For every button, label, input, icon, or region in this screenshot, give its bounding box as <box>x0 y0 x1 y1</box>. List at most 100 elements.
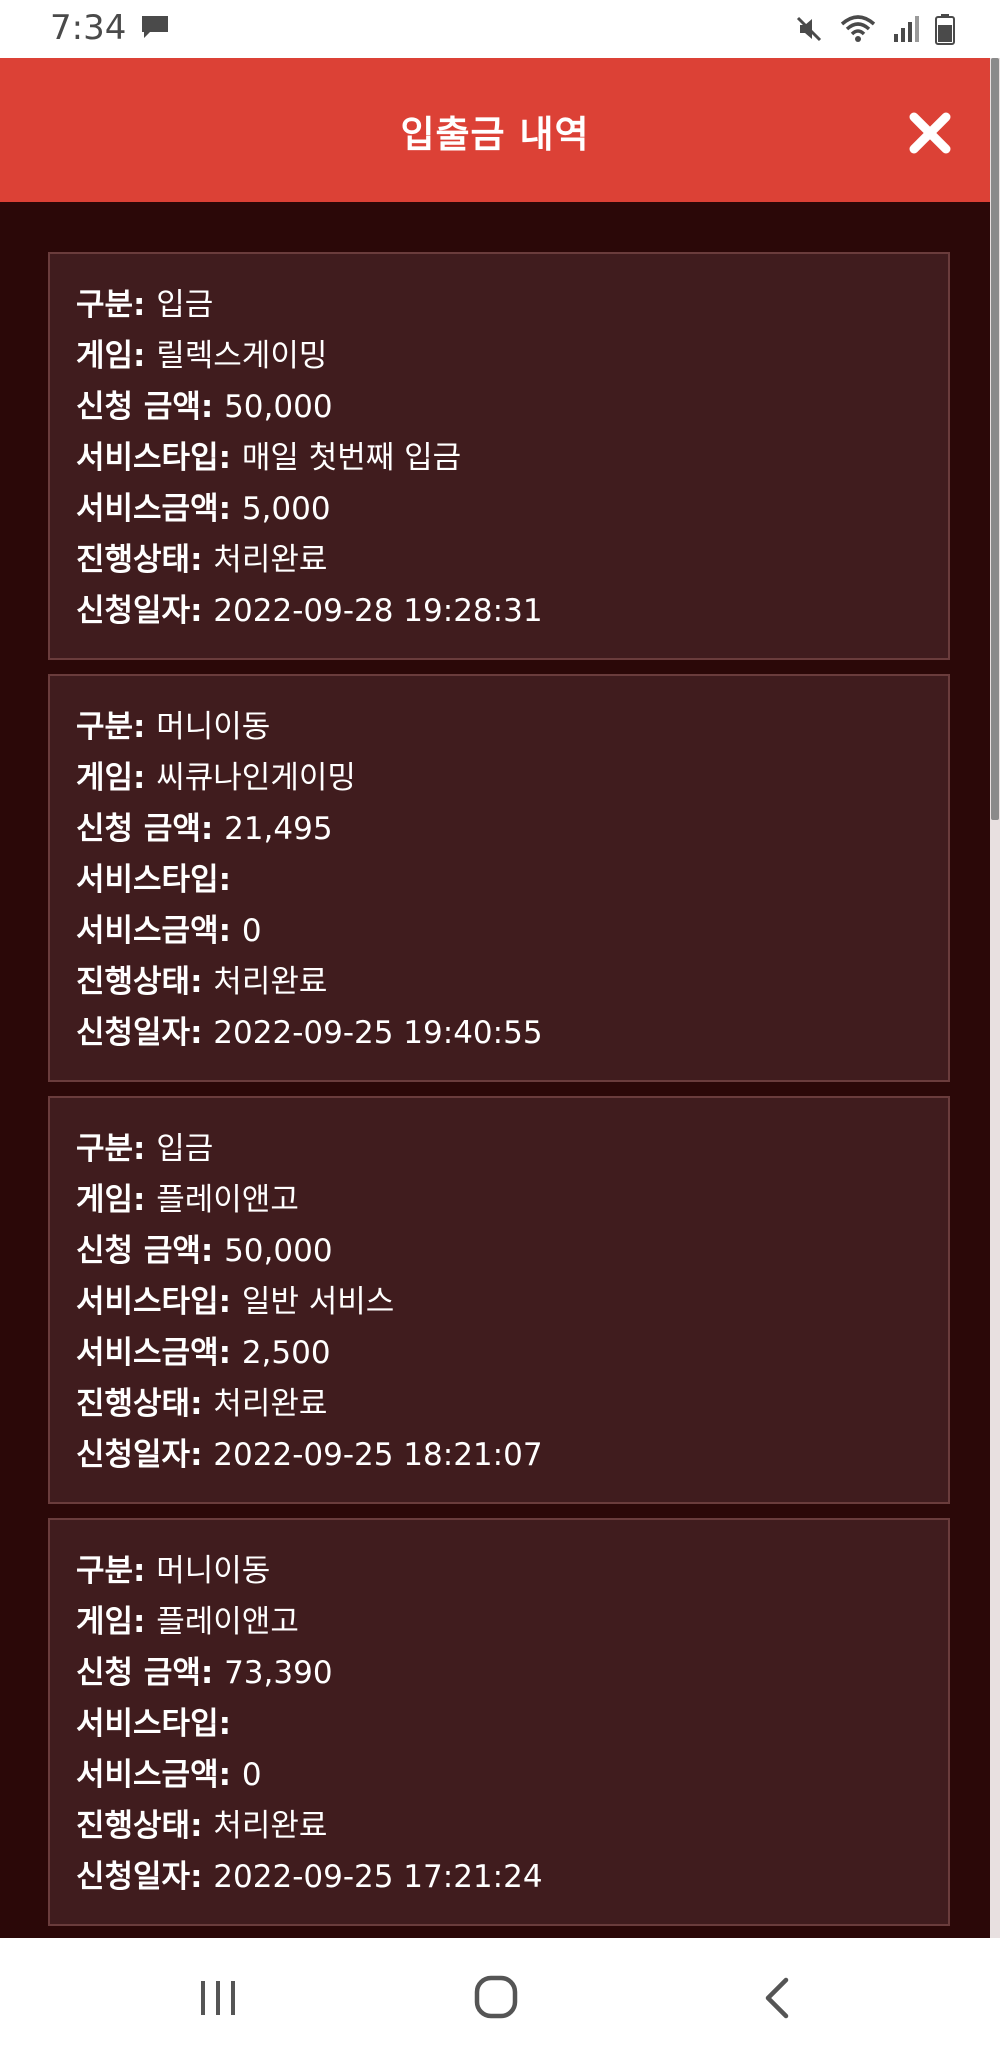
category-row: 구분: 머니이동 <box>76 709 271 745</box>
status-row: 진행상태: 처리완료 <box>76 964 328 1000</box>
game-row: 게임: 씨큐나인게이밍 <box>76 760 356 796</box>
amount-row: 신청 금액: 50,000 <box>76 1233 333 1269</box>
date-row: 신청일자: 2022-09-25 19:40:55 <box>76 1015 543 1051</box>
recent-apps-button[interactable] <box>183 1963 253 2033</box>
status-label: 진행상태 <box>76 1386 191 1422</box>
back-icon <box>765 1977 789 2019</box>
amount-label: 신청 금액 <box>76 1233 201 1269</box>
amount-label: 신청 금액 <box>76 1655 201 1691</box>
game-value: 씨큐나인게이밍 <box>156 760 356 796</box>
amount-row: 신청 금액: 21,495 <box>76 811 333 847</box>
game-row: 게임: 플레이앤고 <box>76 1182 299 1218</box>
status-time: 7:34 <box>50 8 127 48</box>
scrollbar-thumb[interactable] <box>991 58 999 820</box>
service-type-row: 서비스타입: <box>76 1706 232 1742</box>
close-icon <box>909 112 951 154</box>
service-amount-row: 서비스금액: 0 <box>76 913 262 949</box>
service-amount-value: 0 <box>241 1757 262 1793</box>
transaction-card: 구분: 입금 게임: 릴렉스게이밍 신청 금액: 50,000 서비스타입: 매… <box>48 252 950 660</box>
game-value: 릴렉스게이밍 <box>156 338 328 374</box>
status-label: 진행상태 <box>76 542 191 578</box>
service-type-label: 서비스타입 <box>76 862 219 898</box>
status-value: 처리완료 <box>213 1386 328 1422</box>
amount-value: 50,000 <box>224 389 333 425</box>
status-value: 처리완료 <box>213 1808 328 1844</box>
date-label: 신청일자 <box>76 593 191 629</box>
amount-label: 신청 금액 <box>76 389 201 425</box>
transaction-card: 구분: 머니이동 게임: 씨큐나인게이밍 신청 금액: 21,495 서비스타입… <box>48 674 950 1082</box>
service-type-row: 서비스타입: 일반 서비스 <box>76 1284 395 1320</box>
service-type-row: 서비스타입: 매일 첫번째 입금 <box>76 440 462 476</box>
status-label: 진행상태 <box>76 1808 191 1844</box>
amount-value: 73,390 <box>224 1655 333 1691</box>
category-value: 입금 <box>156 1131 214 1167</box>
service-type-value: 일반 서비스 <box>241 1284 395 1320</box>
screen: 7:34 입출금 내역 구분: 입금 게임: 릴렉스게이밍 신청 금액: 50,… <box>0 0 1000 2056</box>
category-row: 구분: 머니이동 <box>76 1553 271 1589</box>
amount-row: 신청 금액: 73,390 <box>76 1655 333 1691</box>
close-button[interactable] <box>905 108 955 158</box>
date-row: 신청일자: 2022-09-25 18:21:07 <box>76 1437 543 1473</box>
date-label: 신청일자 <box>76 1859 191 1895</box>
status-bar: 7:34 <box>0 0 1000 58</box>
status-row: 진행상태: 처리완료 <box>76 1808 328 1844</box>
service-type-label: 서비스타입 <box>76 1284 219 1320</box>
transaction-list[interactable]: 구분: 입금 게임: 릴렉스게이밍 신청 금액: 50,000 서비스타입: 매… <box>0 202 990 1938</box>
category-label: 구분 <box>76 1553 134 1589</box>
service-amount-value: 0 <box>241 913 262 949</box>
mute-icon <box>796 16 822 42</box>
game-value: 플레이앤고 <box>156 1604 299 1640</box>
category-row: 구분: 입금 <box>76 1131 214 1167</box>
service-amount-value: 5,000 <box>241 491 331 527</box>
game-row: 게임: 릴렉스게이밍 <box>76 338 328 374</box>
date-label: 신청일자 <box>76 1437 191 1473</box>
wifi-icon <box>840 15 876 42</box>
status-row: 진행상태: 처리완료 <box>76 1386 328 1422</box>
date-row: 신청일자: 2022-09-25 17:21:24 <box>76 1859 543 1895</box>
header: 입출금 내역 <box>0 58 990 202</box>
chat-bubble-icon <box>142 16 168 38</box>
date-value: 2022-09-28 19:28:31 <box>213 593 543 629</box>
home-icon <box>474 1975 518 2019</box>
service-amount-row: 서비스금액: 2,500 <box>76 1335 331 1371</box>
game-label: 게임 <box>76 338 134 374</box>
transaction-card: 구분: 머니이동 게임: 플레이앤고 신청 금액: 73,390 서비스타입: … <box>48 1518 950 1926</box>
category-label: 구분 <box>76 287 134 323</box>
date-row: 신청일자: 2022-09-28 19:28:31 <box>76 593 543 629</box>
recent-apps-icon <box>201 1981 235 2015</box>
date-label: 신청일자 <box>76 1015 191 1051</box>
game-label: 게임 <box>76 760 134 796</box>
service-amount-label: 서비스금액 <box>76 491 219 527</box>
system-nav-bar <box>0 1938 1000 2056</box>
service-amount-row: 서비스금액: 5,000 <box>76 491 331 527</box>
status-value: 처리완료 <box>213 964 328 1000</box>
game-label: 게임 <box>76 1182 134 1218</box>
status-value: 처리완료 <box>213 542 328 578</box>
status-icons <box>794 12 956 46</box>
transaction-card: 구분: 입금 게임: 플레이앤고 신청 금액: 50,000 서비스타입: 일반… <box>48 1096 950 1504</box>
status-label: 진행상태 <box>76 964 191 1000</box>
back-button[interactable] <box>742 1963 812 2033</box>
status-row: 진행상태: 처리완료 <box>76 542 328 578</box>
category-value: 입금 <box>156 287 214 323</box>
category-label: 구분 <box>76 1131 134 1167</box>
service-amount-value: 2,500 <box>241 1335 331 1371</box>
amount-row: 신청 금액: 50,000 <box>76 389 333 425</box>
page-title: 입출금 내역 <box>400 113 590 156</box>
home-button[interactable] <box>462 1963 532 2033</box>
date-value: 2022-09-25 19:40:55 <box>213 1015 543 1051</box>
amount-label: 신청 금액 <box>76 811 201 847</box>
battery-icon <box>935 14 955 45</box>
service-type-label: 서비스타입 <box>76 1706 219 1742</box>
amount-value: 21,495 <box>224 811 333 847</box>
category-label: 구분 <box>76 709 134 745</box>
service-type-value: 매일 첫번째 입금 <box>241 440 462 476</box>
signal-icon <box>894 16 919 42</box>
service-amount-label: 서비스금액 <box>76 1757 219 1793</box>
service-amount-label: 서비스금액 <box>76 913 219 949</box>
date-value: 2022-09-25 17:21:24 <box>213 1859 543 1895</box>
category-value: 머니이동 <box>156 1553 271 1589</box>
service-type-label: 서비스타입 <box>76 440 219 476</box>
service-type-row: 서비스타입: <box>76 862 232 898</box>
amount-value: 50,000 <box>224 1233 333 1269</box>
